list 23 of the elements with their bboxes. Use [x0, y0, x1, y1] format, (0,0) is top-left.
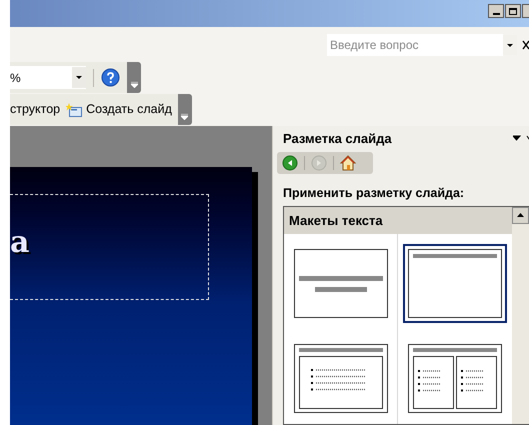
close-button[interactable]	[522, 4, 529, 18]
toolbar-options-button[interactable]	[127, 62, 141, 93]
toolbar-button[interactable]: Создать слайд	[66, 98, 178, 122]
chevron-icon	[130, 82, 138, 88]
close-icon[interactable]	[522, 40, 529, 50]
toolbar-options-button[interactable]	[178, 94, 192, 125]
slide-title: а	[10, 228, 30, 258]
prompt-label: Применить разметку слайда:	[283, 185, 466, 202]
chevron-icon	[181, 114, 188, 120]
toolbar-button[interactable]: структор	[10, 98, 66, 122]
home-icon[interactable]	[340, 155, 356, 171]
minimize-button[interactable]	[488, 4, 504, 18]
title-placeholder[interactable]: а	[10, 194, 209, 300]
new-slide-icon	[66, 102, 82, 116]
section-header: Макеты текста	[289, 212, 383, 230]
zoom-dropdown[interactable]: %	[10, 66, 86, 89]
question-field[interactable]: Введите вопрос	[327, 34, 503, 56]
scroll-up-button[interactable]	[512, 206, 529, 224]
help-icon[interactable]	[101, 68, 120, 87]
scrollbar[interactable]	[512, 206, 529, 424]
restore-button[interactable]	[505, 4, 521, 18]
task-pane-title: Разметка слайда	[283, 130, 392, 148]
up-arrow-icon	[517, 213, 524, 218]
